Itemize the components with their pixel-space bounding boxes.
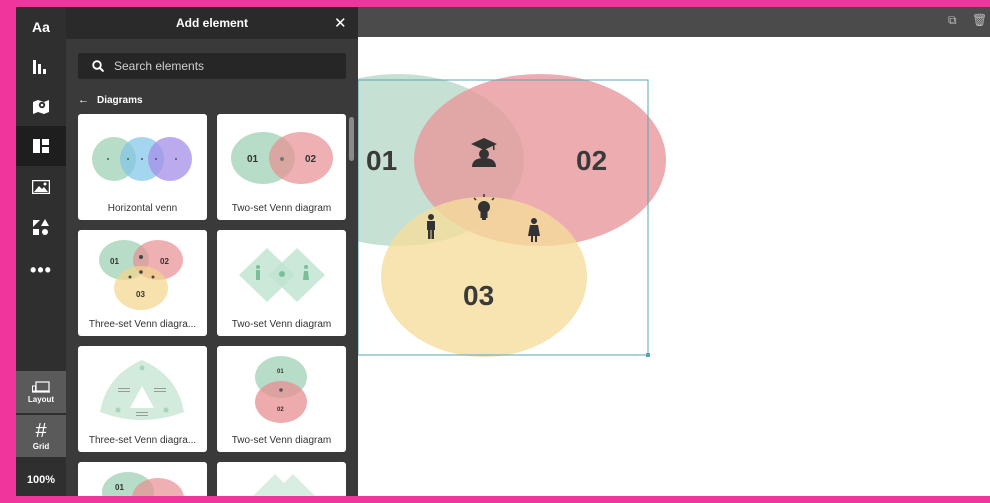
two-set-venn-thumbnail: 01 02 — [231, 132, 333, 184]
map-pin-icon — [33, 100, 49, 114]
thumb-label-01: 01 — [110, 257, 119, 266]
diamond-venn-thumbnail — [239, 248, 325, 302]
grid-button[interactable]: # Grid — [16, 415, 66, 457]
thumb-label-01: 01 — [277, 369, 284, 375]
add-element-panel: Add element ✕ ← Diagrams Horizontal venn — [66, 7, 358, 496]
venn-label-02: 02 — [576, 145, 607, 176]
thumb-label-02: 02 — [160, 257, 169, 266]
zoom-level[interactable]: 100% — [16, 463, 66, 496]
canvas-topbar: ⧉ 🗑 — [358, 7, 990, 37]
card-label: Three-set Venn diagra... — [88, 319, 197, 330]
thumb-label-03: 03 — [136, 290, 145, 299]
back-to-diagrams[interactable]: ← Diagrams — [78, 94, 143, 106]
horizontal-venn-thumbnail — [92, 137, 192, 181]
shapes-tool-button[interactable] — [16, 207, 66, 247]
card-label: Two-set Venn diagram — [231, 203, 332, 214]
bar-chart-icon — [33, 60, 46, 74]
delete-icon[interactable]: 🗑 — [972, 13, 987, 27]
partial-venn-thumbnail: 01 — [102, 472, 184, 496]
venn-label-01: 01 — [366, 145, 397, 176]
card-label: Two-set Venn diagram — [231, 319, 332, 330]
arrow-left-icon: ← — [78, 94, 89, 106]
diagram-tool-button[interactable] — [16, 126, 66, 166]
venn-circle-03[interactable] — [381, 197, 587, 357]
shapes-icon — [33, 219, 49, 235]
text-tool-button[interactable]: Aa — [16, 7, 66, 47]
image-icon — [32, 180, 50, 194]
card-label: Two-set Venn diagram — [231, 435, 332, 446]
layout-button[interactable]: Layout — [16, 371, 66, 413]
triangle-venn-thumbnail — [100, 360, 184, 420]
three-set-venn-diagram[interactable]: 01 02 03 — [358, 37, 990, 496]
diagram-card-partial-2[interactable] — [217, 462, 346, 496]
thumb-label-02: 02 — [305, 154, 317, 165]
close-icon[interactable]: ✕ — [334, 14, 347, 32]
more-tools-button[interactable]: ••• — [16, 250, 66, 290]
search-box[interactable] — [78, 53, 346, 79]
diagram-card-horizontal-venn[interactable]: Horizontal venn — [78, 114, 207, 220]
app-frame: Aa ••• Layout # Grid 100% Add element ✕ … — [16, 7, 990, 496]
partial-diamond-thumbnail — [253, 474, 315, 496]
thumb-label-01: 01 — [115, 483, 124, 492]
image-tool-button[interactable] — [16, 167, 66, 207]
diagram-icon — [33, 139, 49, 153]
diagram-card-partial-1[interactable]: 01 — [78, 462, 207, 496]
thumb-label-02: 02 — [277, 407, 284, 413]
diagram-card-two-set-venn-diamond[interactable]: Two-set Venn diagram — [217, 230, 346, 336]
venn-label-03: 03 — [463, 280, 494, 311]
card-label: Three-set Venn diagra... — [88, 435, 197, 446]
panel-title: Add element — [175, 16, 248, 30]
layout-icon — [32, 380, 50, 393]
search-icon — [92, 60, 104, 72]
three-set-venn-thumbnail: 01 02 03 — [99, 240, 183, 310]
search-input[interactable] — [114, 59, 334, 73]
layout-label: Layout — [27, 394, 55, 404]
grid-label: Grid — [32, 441, 50, 451]
duplicate-icon[interactable]: ⧉ — [948, 13, 957, 28]
diagram-card-three-set-venn-triangle[interactable]: Three-set Venn diagra... — [78, 346, 207, 452]
diagram-card-two-set-venn[interactable]: 01 02 Two-set Venn diagram — [217, 114, 346, 220]
grid-icon: # — [35, 419, 47, 442]
canvas[interactable]: 01 02 03 — [358, 37, 990, 496]
thumb-label-01: 01 — [247, 154, 259, 165]
vertical-venn-thumbnail: 01 02 — [255, 356, 307, 423]
chart-tool-button[interactable] — [16, 47, 66, 87]
panel-scrollbar[interactable] — [349, 117, 354, 161]
diagram-card-three-set-venn[interactable]: 01 02 03 Three-set Venn diagra... — [78, 230, 207, 336]
tool-rail: Aa ••• Layout # Grid 100% — [16, 7, 66, 496]
more-icon: ••• — [30, 259, 52, 280]
panel-header: Add element ✕ — [66, 7, 358, 39]
diagram-card-two-set-venn-vertical[interactable]: 01 02 Two-set Venn diagram — [217, 346, 346, 452]
resize-handle[interactable] — [646, 353, 650, 357]
map-tool-button[interactable] — [16, 86, 66, 126]
category-label: Diagrams — [97, 94, 143, 106]
card-label: Horizontal venn — [107, 203, 178, 214]
